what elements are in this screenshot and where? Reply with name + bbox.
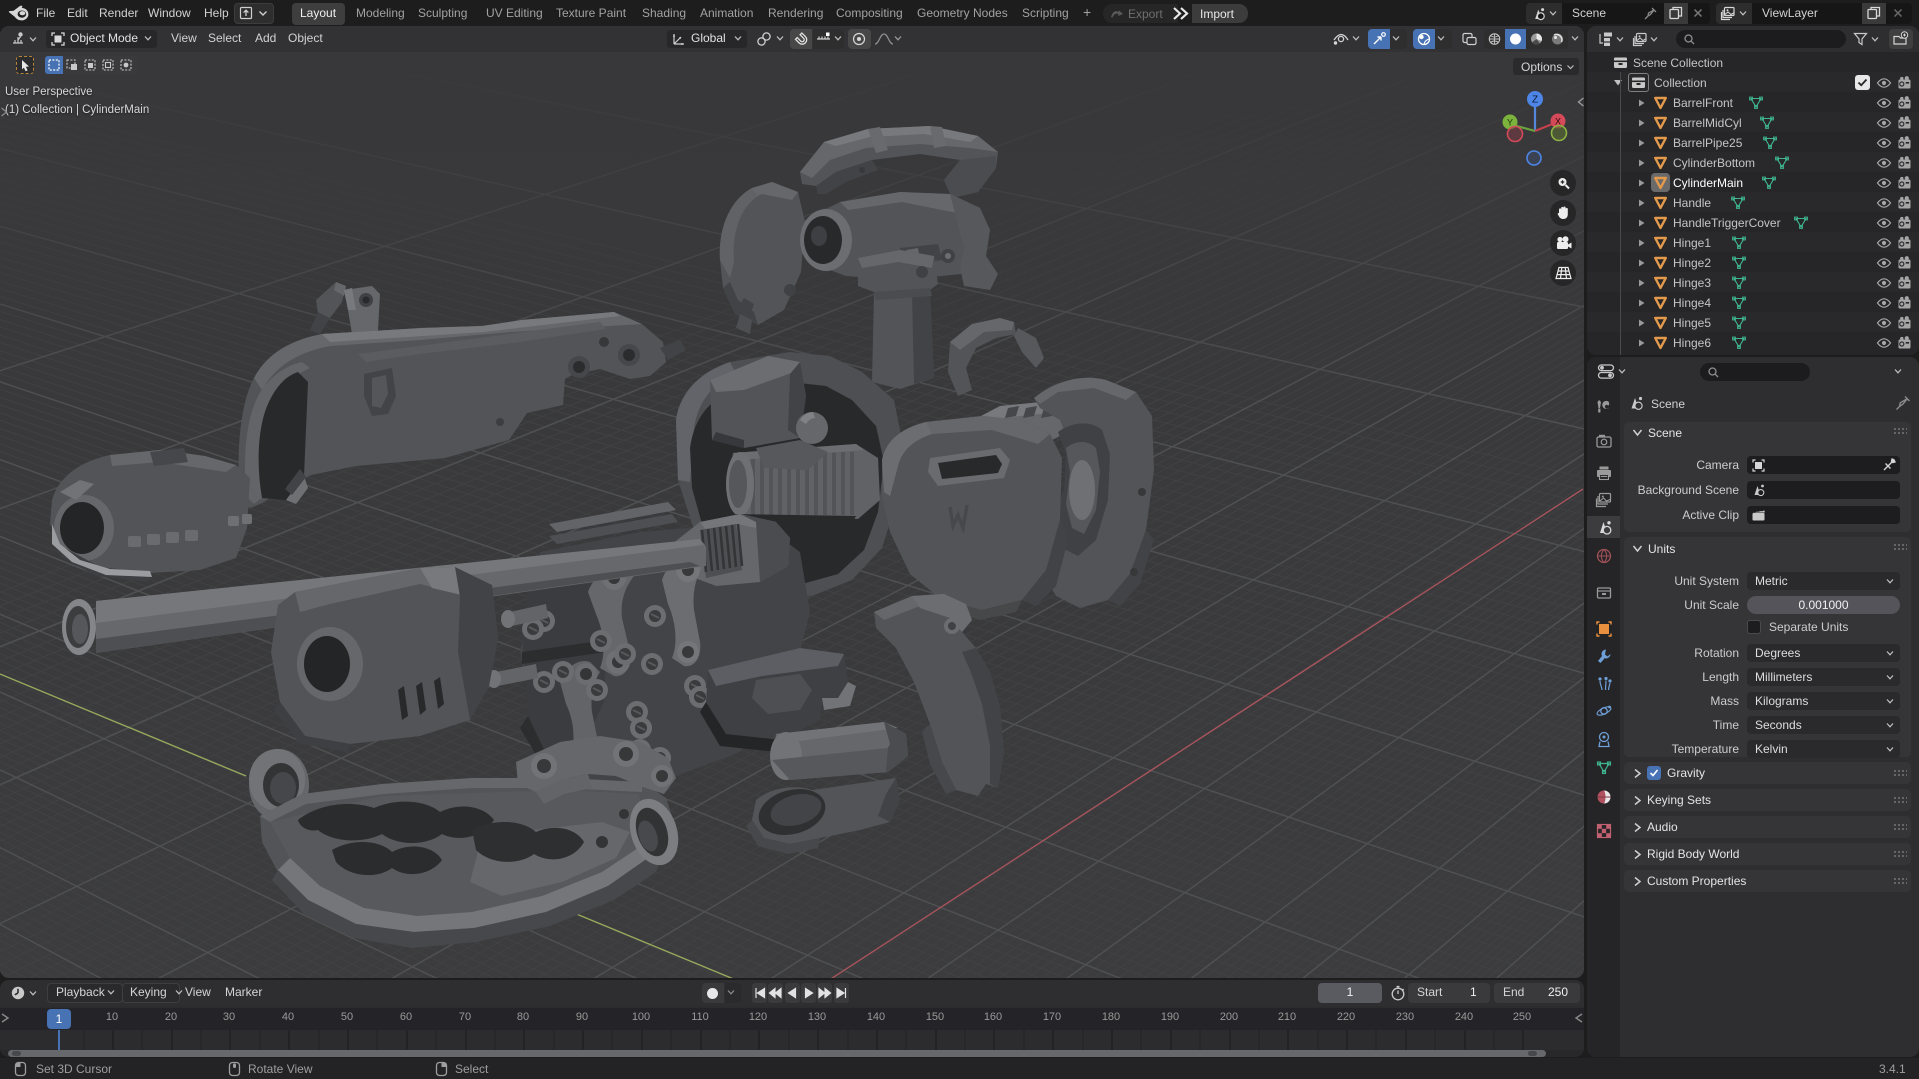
svg-text:Y: Y <box>1507 118 1513 128</box>
svg-text:Z: Z <box>1532 95 1538 106</box>
